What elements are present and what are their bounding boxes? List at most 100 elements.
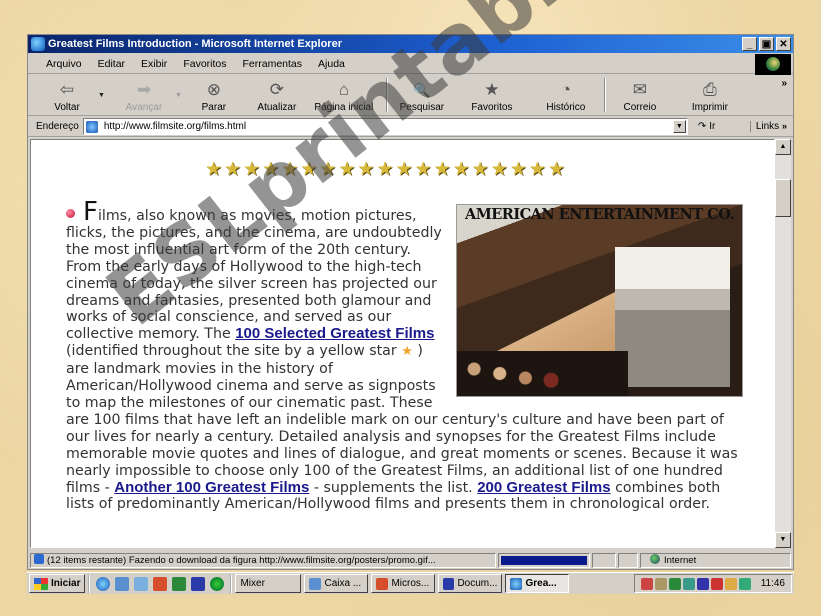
favorites-button[interactable]: ★ Favoritos (460, 80, 524, 115)
progress-fill (501, 555, 587, 565)
page-icon (85, 120, 98, 133)
task-mixer[interactable]: Mixer (235, 574, 302, 593)
tray-antivirus-icon[interactable] (710, 577, 723, 590)
gold-star-icon: ★ (262, 159, 280, 180)
search-icon: 🔍 (413, 82, 431, 98)
address-dropdown-button[interactable]: ▼ (672, 120, 686, 133)
edit-icon[interactable] (134, 576, 149, 591)
tray-sync-icon[interactable] (696, 577, 709, 590)
mail-icon: ✉ (632, 80, 647, 99)
tray-n-icon[interactable] (668, 577, 681, 590)
search-button[interactable]: 🔍 Pesquisar (394, 80, 450, 115)
history-button[interactable]: ◔ Histórico (534, 80, 598, 115)
menu-exibir[interactable]: Exibir (141, 54, 167, 73)
page-content: ★ ★ ★ ★ ★ ★ ★ ★ ★ ★ ★ ★ ★ ★ ★ ★ ★ ★ ★ AMERICAN ENTERTAINME… (30, 139, 775, 548)
gold-star-icon: ★ (205, 159, 223, 180)
restore-button[interactable]: ▣ (759, 37, 774, 51)
start-button[interactable]: Iniciar (29, 574, 86, 593)
paragraph-text: (identified throughout the site by a yel… (66, 343, 402, 360)
clover-icon[interactable] (210, 576, 225, 591)
minimize-button[interactable]: _ (742, 37, 757, 51)
tray-network-icon[interactable] (640, 577, 653, 590)
stop-icon: ⊗ (206, 80, 221, 99)
home-button[interactable]: ⌂ Página inicial (308, 80, 380, 115)
ie-app-icon[interactable] (31, 37, 45, 51)
refresh-button[interactable]: ⟳ Atualizar (246, 80, 308, 115)
drop-cap: F (83, 197, 98, 227)
toolbar-more-chevron[interactable]: » (781, 78, 787, 89)
system-tray: 11:46 (633, 574, 792, 593)
task-label: Docum... (457, 578, 498, 589)
standard-toolbar: ⇦ Voltar ▼ ➡ Avançar ▼ ⊗ Parar ⟳ Atualiz… (28, 76, 793, 116)
gold-star-icon: ★ (319, 159, 337, 180)
tray-plug-icon[interactable] (654, 577, 667, 590)
address-bar: Endereço http://www.filmsite.org/films.h… (28, 117, 793, 137)
poster-audience (457, 351, 628, 396)
powerpoint-icon[interactable] (153, 576, 168, 591)
tray-display-icon[interactable] (738, 577, 751, 590)
scroll-up-button[interactable]: ▲ (775, 139, 791, 155)
address-input[interactable]: http://www.filmsite.org/films.html ▼ (82, 118, 688, 135)
gold-star-icon: ★ (528, 159, 546, 180)
gold-star-icon: ★ (509, 159, 527, 180)
status-cell-empty (618, 552, 638, 568)
ie-icon[interactable] (96, 576, 111, 591)
menu-ajuda[interactable]: Ajuda (318, 54, 345, 73)
back-button[interactable]: ⇦ Voltar (38, 80, 96, 115)
download-progress-bar (498, 552, 590, 568)
link-100-selected-greatest-films[interactable]: 100 Selected Greatest Films (235, 325, 434, 342)
history-label: Histórico (546, 102, 586, 113)
forward-label: Avançar (125, 102, 163, 113)
word-icon[interactable] (191, 576, 206, 591)
links-more-chevron: » (781, 121, 787, 131)
task-label: Grea... (525, 578, 557, 589)
task-greatest-films[interactable]: Grea... (505, 574, 570, 593)
link-another-100-greatest-films[interactable]: Another 100 Greatest Films (114, 479, 309, 496)
refresh-icon: ⟳ (269, 80, 284, 99)
scroll-down-button[interactable]: ▼ (775, 532, 791, 548)
home-icon: ⌂ (338, 80, 350, 99)
clock: 11:46 (760, 578, 785, 589)
status-message-cell: (12 items restante) Fazendo o download d… (30, 552, 496, 568)
go-button[interactable]: ↷ Ir (698, 121, 738, 132)
menu-arquivo[interactable]: Arquivo (46, 54, 82, 73)
gold-star-icon: ★ (338, 159, 356, 180)
stop-button[interactable]: ⊗ Parar (192, 80, 236, 115)
back-dropdown-arrow[interactable]: ▼ (98, 92, 105, 99)
tray-mail-icon[interactable] (724, 577, 737, 590)
menu-favoritos[interactable]: Favoritos (183, 54, 226, 73)
task-docum[interactable]: Docum... (438, 574, 503, 593)
forward-button[interactable]: ➡ Avançar (115, 80, 173, 115)
mail-button[interactable]: ✉ Correio (612, 80, 668, 115)
title-bar[interactable]: Greatest Films Introduction - Microsoft … (28, 35, 793, 53)
links-button[interactable]: Links » (749, 121, 787, 132)
refresh-label: Atualizar (257, 102, 297, 113)
mail-label: Correio (623, 102, 657, 113)
american-entertainment-poster-image: AMERICAN ENTERTAINMENT CO. (456, 204, 743, 397)
forward-dropdown-arrow[interactable]: ▼ (175, 92, 182, 99)
vertical-scrollbar[interactable]: ▲ ▼ (775, 139, 791, 548)
scroll-thumb[interactable] (775, 179, 791, 217)
task-micros[interactable]: Micros... (371, 574, 436, 593)
gold-star-icon: ★ (433, 159, 451, 180)
print-button[interactable]: ⎙ Imprimir (682, 80, 738, 115)
outlook-icon[interactable] (115, 576, 130, 591)
menu-ferramentas[interactable]: Ferramentas (243, 54, 303, 73)
close-button[interactable]: ✕ (776, 37, 791, 51)
menu-editar[interactable]: Editar (98, 54, 125, 73)
gold-star-icon: ★ (471, 159, 489, 180)
gold-star-icon: ★ (243, 159, 261, 180)
tray-user-icon[interactable] (682, 577, 695, 590)
status-message: (12 items restante) Fazendo o download d… (47, 554, 436, 566)
go-label: Ir (709, 121, 716, 132)
status-cell-empty (592, 552, 616, 568)
favorites-label: Favoritos (471, 102, 513, 113)
search-label: Pesquisar (399, 102, 445, 113)
gold-star-icon: ★ (300, 159, 318, 180)
excel-icon[interactable] (172, 576, 187, 591)
browser-window: Greatest Films Introduction - Microsoft … (27, 34, 794, 570)
window-title: Greatest Films Introduction - Microsoft … (48, 38, 342, 50)
task-caixa[interactable]: Caixa ... (304, 574, 369, 593)
back-arrow-icon: ⇦ (59, 80, 75, 99)
link-200-greatest-films[interactable]: 200 Greatest Films (477, 479, 610, 496)
